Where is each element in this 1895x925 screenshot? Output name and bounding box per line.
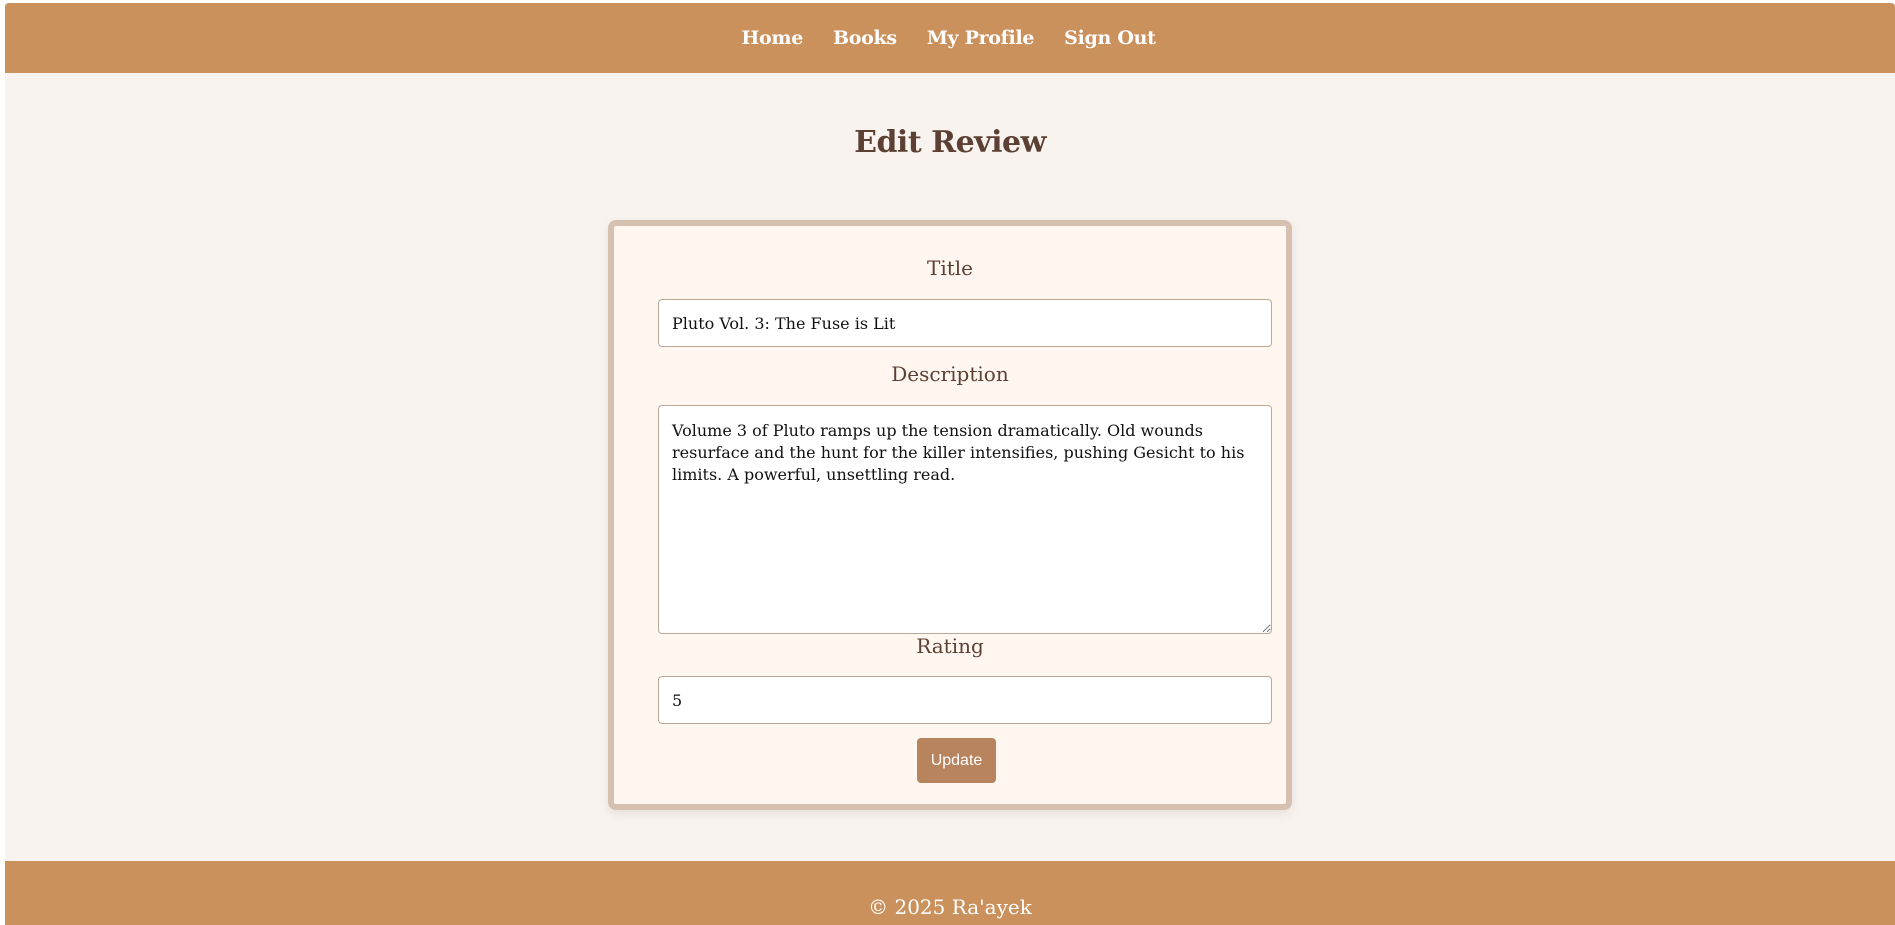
nav-link-books[interactable]: Books	[833, 27, 897, 49]
footer-copyright: © 2025 Ra'ayek	[868, 895, 1032, 919]
nav-link-sign-out[interactable]: Sign Out	[1064, 27, 1156, 49]
footer: © 2025 Ra'ayek	[5, 861, 1895, 925]
title-label: Title	[926, 256, 973, 280]
rating-input[interactable]	[658, 676, 1272, 724]
top-navbar: Home Books My Profile Sign Out	[5, 3, 1895, 73]
app-frame: Home Books My Profile Sign Out Edit Revi…	[5, 3, 1895, 925]
description-textarea[interactable]: Volume 3 of Pluto ramps up the tension d…	[658, 405, 1272, 634]
update-button[interactable]: Update	[917, 738, 996, 783]
page-title: Edit Review	[854, 125, 1046, 160]
rating-label: Rating	[916, 634, 984, 658]
edit-review-form: Title Description Volume 3 of Pluto ramp…	[608, 220, 1292, 810]
nav-link-home[interactable]: Home	[741, 27, 803, 49]
description-label: Description	[891, 362, 1009, 386]
nav-link-my-profile[interactable]: My Profile	[927, 27, 1035, 49]
title-input[interactable]	[658, 299, 1272, 347]
nav-links: Home Books My Profile Sign Out	[741, 27, 1155, 49]
